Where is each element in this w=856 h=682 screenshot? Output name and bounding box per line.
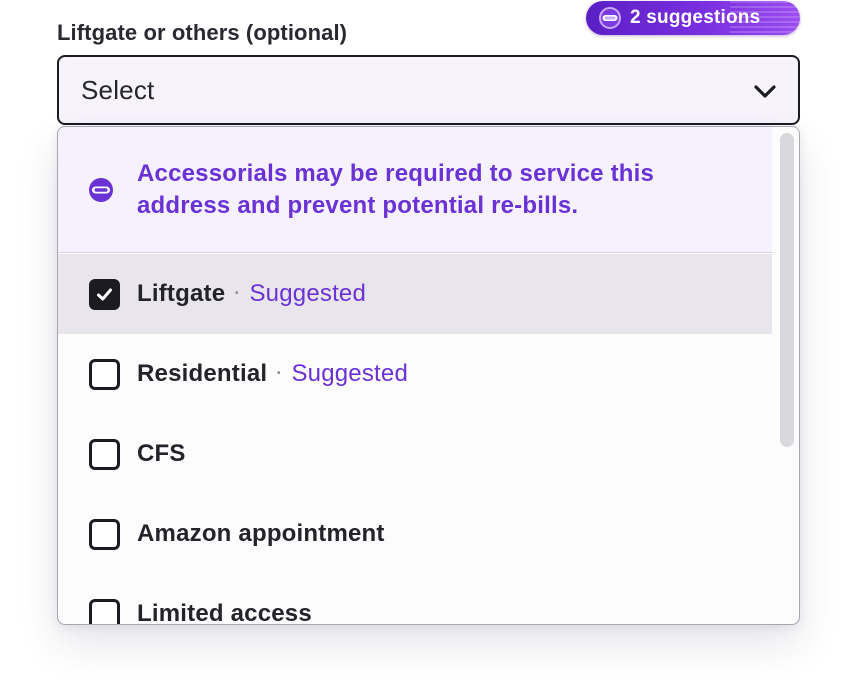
checkbox-checked[interactable] bbox=[89, 278, 120, 310]
option-label-text: Liftgate bbox=[137, 280, 226, 307]
checkbox[interactable] bbox=[89, 598, 120, 624]
option-label: Liftgate · Suggested bbox=[137, 280, 366, 308]
suggestions-badge-text: 2 suggestions bbox=[630, 7, 761, 28]
ai-visor-icon bbox=[598, 6, 622, 30]
option-label: Residential · Suggested bbox=[137, 360, 408, 388]
separator-dot: · bbox=[276, 363, 283, 383]
notice-message: Accessorials may be required to service … bbox=[137, 158, 737, 222]
option-residential[interactable]: Residential · Suggested bbox=[58, 334, 772, 414]
option-label-text: Residential bbox=[137, 360, 268, 387]
checkbox[interactable] bbox=[89, 358, 120, 390]
option-label: CFS bbox=[137, 440, 186, 467]
checkbox[interactable] bbox=[89, 438, 120, 470]
option-label: Amazon appointment bbox=[137, 520, 385, 547]
suggested-tag: Suggested bbox=[291, 360, 409, 387]
option-cfs[interactable]: CFS bbox=[58, 414, 772, 494]
chevron-down-icon[interactable] bbox=[752, 79, 778, 108]
checkmark-icon bbox=[97, 288, 112, 300]
suggested-tag: Suggested bbox=[249, 280, 367, 307]
ai-visor-icon bbox=[88, 177, 114, 208]
option-limited-access[interactable]: Limited access bbox=[58, 574, 772, 625]
scrollbar-thumb[interactable] bbox=[780, 133, 794, 447]
checkbox[interactable] bbox=[89, 518, 120, 550]
notice-line-1: Accessorials may be required to service … bbox=[137, 160, 655, 187]
dropdown-menu[interactable]: Accessorials may be required to service … bbox=[57, 126, 800, 625]
separator-dot: · bbox=[234, 283, 241, 303]
select-value: Select bbox=[81, 74, 155, 105]
option-amazon-appointment[interactable]: Amazon appointment bbox=[58, 494, 772, 574]
option-label: Limited access bbox=[137, 600, 312, 625]
option-liftgate[interactable]: Liftgate · Suggested bbox=[58, 254, 772, 334]
accessorials-select[interactable]: Select bbox=[57, 55, 800, 125]
suggestion-notice: Accessorials may be required to service … bbox=[58, 127, 772, 253]
suggestions-badge[interactable]: 2 suggestions bbox=[586, 1, 800, 35]
field-label: Liftgate or others (optional) bbox=[57, 20, 348, 45]
notice-line-2: address and prevent potential re-bills. bbox=[137, 192, 579, 219]
